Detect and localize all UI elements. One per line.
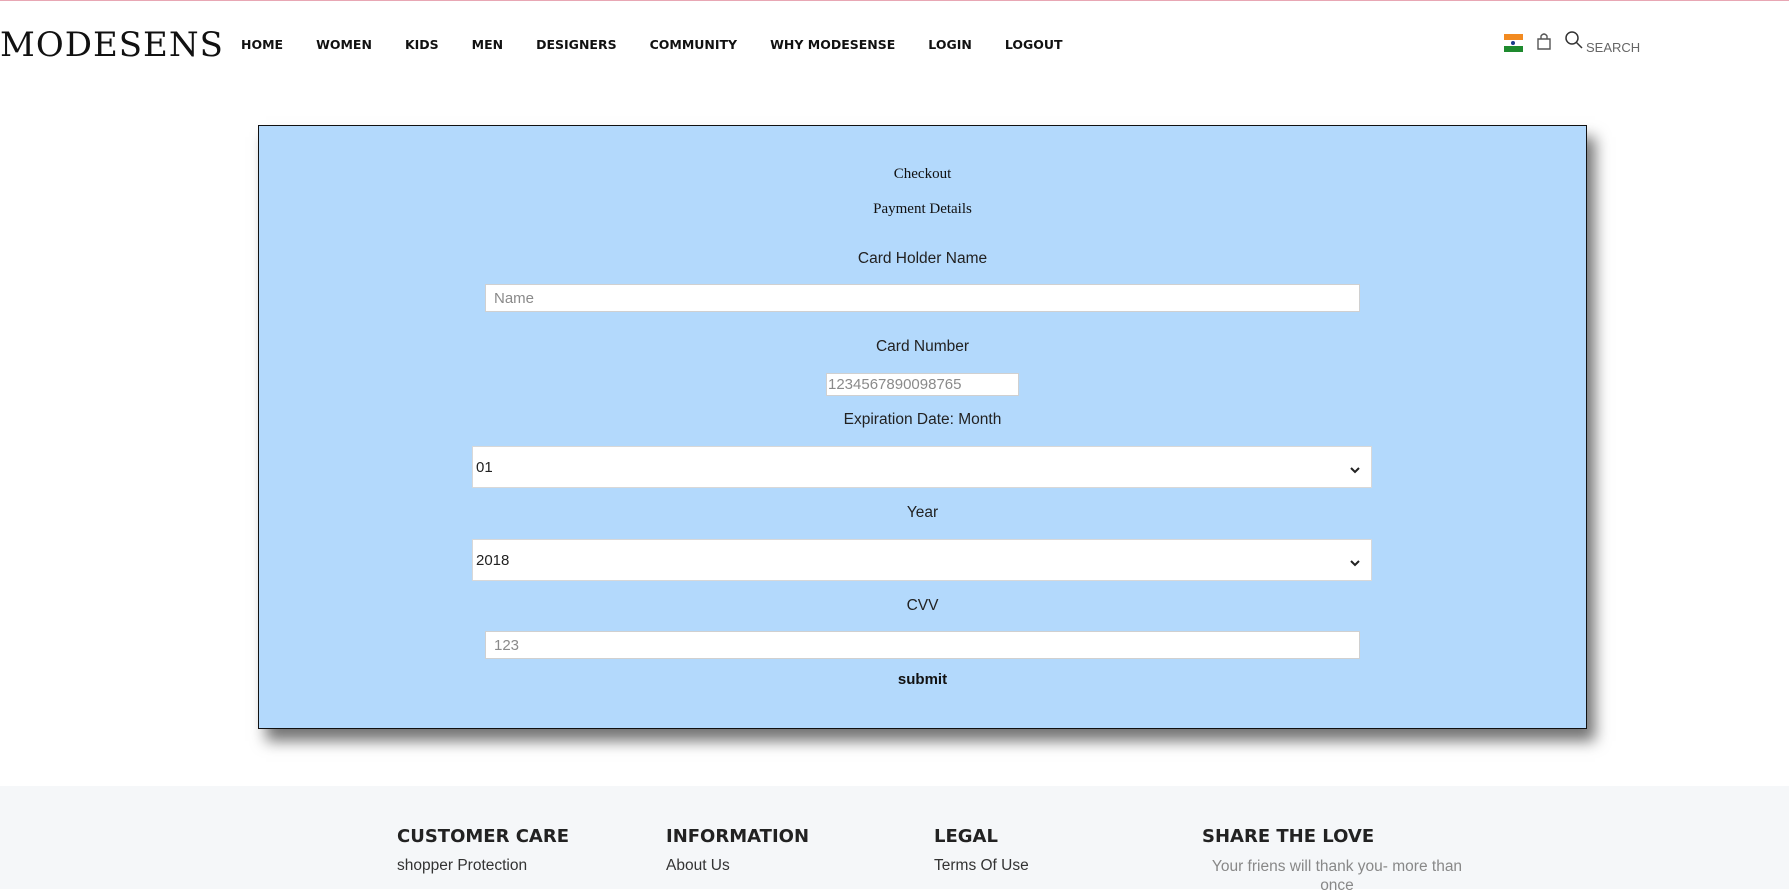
search-icon[interactable] bbox=[1564, 30, 1584, 56]
nav-item-community[interactable]: COMMUNITY bbox=[650, 37, 738, 52]
expiration-month-value: 01 bbox=[476, 458, 493, 476]
information-heading: INFORMATION bbox=[666, 826, 810, 847]
search-label[interactable]: SEARCH bbox=[1586, 40, 1640, 55]
customer-care-heading: CUSTOMER CARE bbox=[397, 826, 570, 847]
terms-of-use-link[interactable]: Terms Of Use bbox=[934, 857, 1029, 875]
year-label: Year bbox=[906, 504, 939, 521]
submit-button[interactable]: submit bbox=[259, 671, 1586, 688]
nav-item-women[interactable]: WOMEN bbox=[316, 37, 372, 52]
site-logo[interactable]: MODESENS bbox=[0, 25, 224, 65]
card-number-input[interactable] bbox=[826, 373, 1019, 396]
checkout-title: Checkout bbox=[893, 166, 952, 182]
search-control[interactable]: SEARCH bbox=[1564, 30, 1640, 56]
footer-share: SHARE THE LOVE Your friens will thank yo… bbox=[1202, 826, 1472, 895]
card-holder-input[interactable] bbox=[485, 284, 1360, 312]
india-flag-icon[interactable] bbox=[1504, 33, 1523, 53]
cvv-input[interactable] bbox=[485, 631, 1360, 659]
chevron-down-icon bbox=[1349, 555, 1361, 572]
footer-legal: LEGAL Terms Of Use bbox=[934, 826, 1029, 875]
card-holder-label: Card Holder Name bbox=[857, 250, 988, 267]
site-header: MODESENS HOME WOMEN KIDS MEN DESIGNERS C… bbox=[0, 1, 1789, 89]
nav-item-men[interactable]: MEN bbox=[472, 37, 503, 52]
about-us-link[interactable]: About Us bbox=[666, 857, 809, 875]
share-the-love-heading: SHARE THE LOVE bbox=[1202, 826, 1375, 847]
site-footer: CUSTOMER CARE shopper Protection INFORMA… bbox=[0, 786, 1789, 894]
header-actions: SEARCH bbox=[1504, 30, 1640, 56]
shopper-protection-link[interactable]: shopper Protection bbox=[397, 857, 569, 875]
nav-item-why-modesense[interactable]: WHY MODESENSE bbox=[770, 37, 895, 52]
chevron-down-icon bbox=[1349, 462, 1361, 479]
card-number-label: Card Number bbox=[875, 338, 970, 355]
expiration-year-value: 2018 bbox=[476, 551, 510, 569]
nav-item-designers[interactable]: DESIGNERS bbox=[536, 37, 616, 52]
nav-item-home[interactable]: HOME bbox=[241, 37, 283, 52]
footer-customer-care: CUSTOMER CARE shopper Protection bbox=[397, 826, 569, 875]
main-nav: HOME WOMEN KIDS MEN DESIGNERS COMMUNITY … bbox=[241, 37, 1096, 52]
payment-details-heading: Payment Details bbox=[873, 201, 972, 217]
shopping-bag-icon[interactable] bbox=[1536, 31, 1552, 55]
nav-item-login[interactable]: LOGIN bbox=[928, 37, 972, 52]
legal-heading: LEGAL bbox=[934, 826, 998, 847]
checkout-form: Checkout Payment Details Card Holder Nam… bbox=[258, 125, 1587, 729]
nav-item-logout[interactable]: LOGOUT bbox=[1005, 37, 1063, 52]
footer-information: INFORMATION About Us bbox=[666, 826, 809, 875]
expiration-month-select[interactable]: 01 bbox=[472, 446, 1372, 488]
share-text: Your friens will thank you- more than on… bbox=[1211, 858, 1463, 894]
nav-item-kids[interactable]: KIDS bbox=[405, 37, 439, 52]
expiration-month-label: Expiration Date: Month bbox=[843, 411, 1002, 428]
cvv-label: CVV bbox=[906, 597, 939, 614]
expiration-year-select[interactable]: 2018 bbox=[472, 539, 1372, 581]
